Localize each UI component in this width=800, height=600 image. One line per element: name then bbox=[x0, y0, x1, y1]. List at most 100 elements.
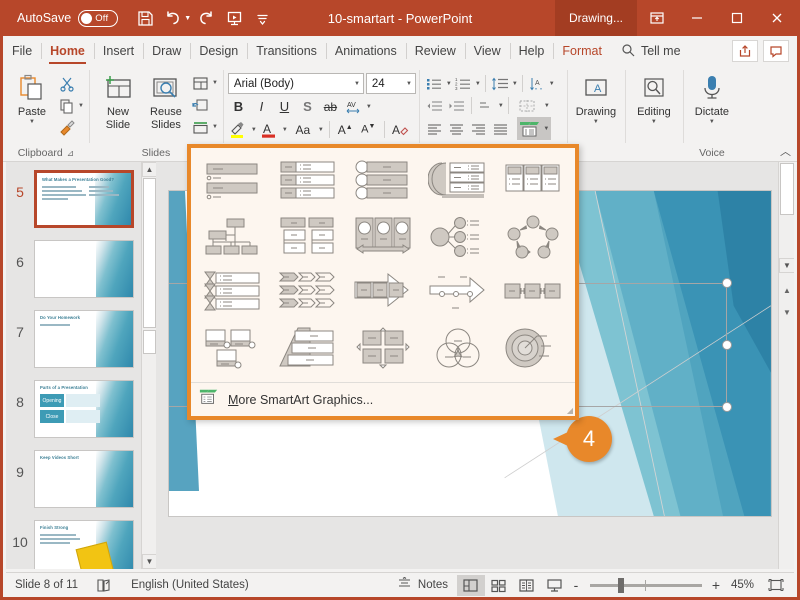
font-color-button[interactable]: A bbox=[259, 119, 280, 140]
clipboard-dialog-launcher-icon[interactable]: ⊿ bbox=[67, 145, 75, 161]
scrollbar-thumb-2[interactable] bbox=[143, 330, 156, 354]
tab-draw[interactable]: Draw bbox=[143, 36, 190, 66]
thumbnail-item-10[interactable]: 10 Finish Strong bbox=[6, 508, 156, 569]
font-color-dropdown-icon[interactable]: ▼ bbox=[282, 127, 288, 133]
spell-check-icon[interactable] bbox=[87, 578, 122, 593]
increase-indent-button[interactable] bbox=[446, 95, 467, 116]
editing-button[interactable]: Editing ▼ bbox=[630, 69, 678, 126]
smartart-dropdown-icon[interactable]: ▼ bbox=[543, 126, 549, 132]
reset-icon[interactable] bbox=[190, 94, 212, 116]
layout-icon[interactable] bbox=[190, 72, 212, 94]
highlight-dropdown-icon[interactable]: ▼ bbox=[251, 127, 257, 133]
smartart-item-cycle-diagram[interactable] bbox=[496, 209, 571, 265]
line-spacing-button[interactable] bbox=[490, 73, 511, 94]
font-name-combo[interactable]: Arial (Body) ▼ bbox=[228, 73, 364, 94]
thumbnail-item-8[interactable]: 8 Parts of a Presentation Opening Close bbox=[6, 368, 156, 438]
shrink-font-button[interactable]: A▼ bbox=[358, 119, 379, 140]
clear-formatting-button[interactable]: A bbox=[390, 119, 411, 140]
justify-button[interactable] bbox=[490, 118, 511, 139]
smartart-item-hierarchy-org-chart[interactable] bbox=[195, 209, 270, 265]
slide-thumbnail[interactable]: Keep Videos Short bbox=[34, 450, 134, 508]
decrease-indent-button[interactable] bbox=[424, 95, 445, 116]
normal-view-button[interactable] bbox=[457, 575, 485, 596]
resize-handle-top[interactable] bbox=[722, 278, 732, 288]
notes-button[interactable]: Notes bbox=[388, 577, 457, 593]
ribbon-display-options-icon[interactable] bbox=[637, 0, 677, 36]
reading-view-button[interactable] bbox=[513, 575, 541, 596]
slide-thumbnail[interactable]: What Makes a Presentation Good? bbox=[34, 170, 134, 228]
font-size-dropdown-icon[interactable]: ▼ bbox=[406, 81, 412, 87]
align-left-button[interactable] bbox=[424, 118, 445, 139]
drawing-button[interactable]: A Drawing ▼ bbox=[572, 69, 620, 126]
smartart-item-chevron-process[interactable] bbox=[270, 265, 345, 321]
align-text-dropdown-icon[interactable]: ▼ bbox=[498, 103, 504, 109]
section-icon[interactable] bbox=[190, 116, 212, 138]
format-painter-icon[interactable] bbox=[56, 117, 78, 139]
bullets-button[interactable] bbox=[424, 73, 445, 94]
start-presentation-icon[interactable] bbox=[221, 5, 247, 31]
thumbnail-item-9[interactable]: 9 Keep Videos Short bbox=[6, 438, 156, 508]
smartart-item-timeline-arrow[interactable] bbox=[421, 265, 496, 321]
next-slide-icon[interactable]: ▼ bbox=[779, 308, 794, 317]
copy-icon[interactable] bbox=[56, 95, 78, 117]
new-slide-button[interactable]: New Slide bbox=[94, 69, 142, 131]
smartart-item-picture-caption-list[interactable] bbox=[195, 320, 270, 376]
tab-help[interactable]: Help bbox=[510, 36, 554, 66]
drawing-dropdown-icon[interactable]: ▼ bbox=[593, 119, 599, 126]
drawing-context-tab[interactable]: Drawing... bbox=[555, 0, 637, 36]
copy-dropdown-icon[interactable]: ▼ bbox=[78, 103, 84, 109]
autosave-control[interactable]: AutoSave Off bbox=[17, 10, 118, 27]
smartart-item-target-diagram[interactable] bbox=[496, 320, 571, 376]
smartart-gallery-dropdown[interactable]: More SmartArt Graphics... ◢ bbox=[187, 144, 579, 420]
dictate-button[interactable]: Dictate ▼ bbox=[688, 69, 736, 126]
fit-to-window-button[interactable] bbox=[762, 575, 790, 596]
smartart-item-picture-accent-process[interactable] bbox=[345, 209, 420, 265]
font-name-dropdown-icon[interactable]: ▼ bbox=[354, 81, 360, 87]
cut-icon[interactable] bbox=[56, 73, 78, 95]
slide-thumbnail[interactable] bbox=[34, 240, 134, 298]
paste-dropdown-icon[interactable]: ▼ bbox=[29, 119, 35, 126]
zoom-in-button[interactable]: + bbox=[709, 577, 723, 593]
smartart-item-basic-block-list[interactable] bbox=[195, 153, 270, 209]
maximize-button[interactable] bbox=[717, 0, 757, 36]
convert-to-smartart-button[interactable]: ▼ bbox=[517, 117, 551, 140]
scroll-down-icon[interactable]: ▼ bbox=[142, 554, 156, 569]
zoom-slider[interactable] bbox=[590, 584, 702, 587]
smartart-item-stacked-list[interactable] bbox=[421, 153, 496, 209]
tab-transitions[interactable]: Transitions bbox=[247, 36, 326, 66]
slide-thumbnail[interactable]: Parts of a Presentation Opening Close bbox=[34, 380, 134, 438]
scroll-up-icon[interactable]: ▲ bbox=[142, 162, 156, 177]
share-icon[interactable] bbox=[732, 40, 758, 62]
collapse-ribbon-icon[interactable]: ︿ bbox=[780, 143, 791, 159]
thumbnail-item-5[interactable]: 5 What Makes a Presentation Good? bbox=[6, 162, 156, 228]
tab-home[interactable]: Home bbox=[41, 36, 94, 66]
paste-button[interactable]: Paste ▼ bbox=[8, 69, 56, 126]
smartart-item-linked-process[interactable] bbox=[496, 265, 571, 321]
canvas-scrollbar[interactable]: ▼ ▲ ▼ bbox=[778, 162, 794, 569]
reuse-slides-button[interactable]: Reuse Slides bbox=[142, 69, 190, 131]
tell-me-search[interactable]: Tell me bbox=[611, 36, 691, 66]
zoom-level-label[interactable]: 45% bbox=[723, 579, 762, 591]
autosave-toggle[interactable]: Off bbox=[78, 10, 118, 27]
bold-button[interactable]: B bbox=[228, 96, 249, 117]
smartart-item-three-column-list[interactable] bbox=[496, 153, 571, 209]
resize-handle-middle[interactable] bbox=[722, 340, 732, 350]
more-smartart-graphics-item[interactable]: More SmartArt Graphics... bbox=[191, 382, 575, 416]
slide-counter[interactable]: Slide 8 of 11 bbox=[6, 579, 87, 591]
smartart-item-chevron-accent-list[interactable] bbox=[195, 265, 270, 321]
strikethrough-button[interactable]: ab bbox=[320, 96, 341, 117]
tab-file[interactable]: File bbox=[3, 36, 41, 66]
tab-review[interactable]: Review bbox=[406, 36, 465, 66]
redo-icon[interactable] bbox=[193, 5, 219, 31]
text-direction-dropdown-icon[interactable]: ▼ bbox=[549, 81, 555, 87]
tab-insert[interactable]: Insert bbox=[94, 36, 143, 66]
tab-view[interactable]: View bbox=[465, 36, 510, 66]
tab-design[interactable]: Design bbox=[190, 36, 247, 66]
editing-dropdown-icon[interactable]: ▼ bbox=[651, 119, 657, 126]
change-case-button[interactable]: Aa bbox=[290, 119, 316, 140]
numbering-dropdown-icon[interactable]: ▼ bbox=[475, 81, 481, 87]
canvas-scrollbar-thumb[interactable] bbox=[780, 163, 794, 215]
character-spacing-dropdown-icon[interactable]: ▼ bbox=[366, 104, 372, 110]
close-button[interactable] bbox=[757, 0, 797, 36]
bullets-dropdown-icon[interactable]: ▼ bbox=[446, 81, 452, 87]
